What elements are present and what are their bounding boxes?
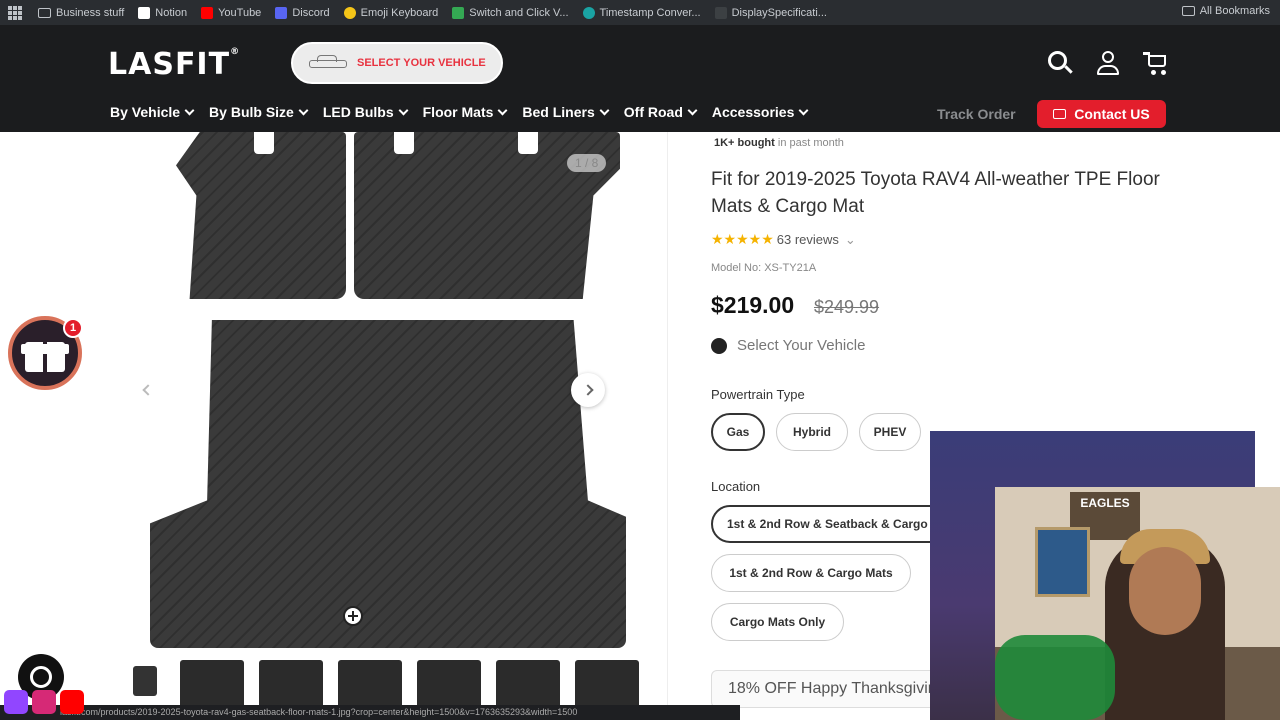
all-bookmarks-button[interactable]: All Bookmarks xyxy=(1181,5,1270,17)
youtube-icon xyxy=(201,6,214,19)
bought-count: 1K+ bought in past month xyxy=(714,137,844,149)
globe-icon xyxy=(582,6,595,19)
mat-clip xyxy=(518,132,538,154)
apps-grid-icon[interactable] xyxy=(8,5,22,20)
chevron-down-icon xyxy=(298,105,309,115)
sale-price: $219.00 xyxy=(711,292,795,318)
mat-clip xyxy=(394,132,414,154)
thumbnail[interactable] xyxy=(180,660,244,708)
nav-by-bulb-size[interactable]: By Bulb Size xyxy=(209,104,309,120)
drive-icon xyxy=(452,6,465,19)
site-header: LASFIT® SELECT YOUR VEHICLE By Vehicle B… xyxy=(0,25,1280,132)
thumbnail[interactable] xyxy=(125,660,165,708)
folder-icon xyxy=(38,7,51,18)
gift-lid xyxy=(21,344,69,354)
select-your-vehicle-link[interactable]: Select Your Vehicle xyxy=(711,337,865,354)
review-count: 63 reviews xyxy=(776,232,839,247)
select-vehicle-label: SELECT YOUR VEHICLE xyxy=(357,57,486,69)
nav-accessories[interactable]: Accessories xyxy=(712,104,809,120)
twitch-icon xyxy=(4,690,28,714)
search-icon[interactable] xyxy=(1046,49,1074,77)
chevron-down-icon xyxy=(184,105,195,115)
location-pin-icon xyxy=(711,337,727,354)
bookmark-discord[interactable]: Discord xyxy=(275,6,330,19)
main-nav: By Vehicle By Bulb Size LED Bulbs Floor … xyxy=(110,104,823,120)
nav-bed-liners[interactable]: Bed Liners xyxy=(522,104,610,120)
front-mat-image xyxy=(176,132,346,299)
thumbnail[interactable] xyxy=(496,660,560,708)
original-price: $249.99 xyxy=(814,297,880,317)
product-gallery: 1 / 8 xyxy=(0,132,668,720)
cart-icon[interactable] xyxy=(1142,49,1170,77)
account-icon[interactable] xyxy=(1094,49,1122,77)
thumbnail[interactable] xyxy=(259,660,323,708)
location-label: Location xyxy=(711,479,761,494)
chevron-left-icon xyxy=(142,384,154,396)
chevron-down-icon xyxy=(687,105,698,115)
discord-icon xyxy=(275,6,288,19)
folder-icon xyxy=(1181,6,1195,16)
promo-banner: 18% OFF Happy Thanksgiving xyxy=(711,670,941,708)
emoji-icon xyxy=(343,6,356,19)
powertrain-hybrid[interactable]: Hybrid xyxy=(776,413,848,451)
chevron-right-icon xyxy=(582,384,594,396)
bookmark-display-specifications[interactable]: DisplaySpecificati... xyxy=(714,6,827,19)
youtube-icon xyxy=(60,690,84,714)
bookmark-emoji-keyboard[interactable]: Emoji Keyboard xyxy=(343,6,438,19)
bookmark-business-stuff[interactable]: Business stuff xyxy=(38,7,124,19)
prev-image-button[interactable] xyxy=(131,373,165,407)
status-url-bar: lasfit.com/products/2019-2025-toyota-rav… xyxy=(0,705,740,720)
powertrain-label: Powertrain Type xyxy=(711,387,805,402)
slide-counter: 1 / 8 xyxy=(567,154,607,172)
star-rating-icon: ★★★★★ xyxy=(711,231,774,247)
cargo-mat-image[interactable] xyxy=(150,320,626,648)
powertrain-phev[interactable]: PHEV xyxy=(859,413,921,451)
contact-us-button[interactable]: Contact US xyxy=(1037,100,1166,128)
location-full-set[interactable]: 1st & 2nd Row & Seatback & Cargo Mats xyxy=(711,505,951,543)
powertrain-gas[interactable]: Gas xyxy=(711,413,765,451)
chevron-down-icon xyxy=(497,105,508,115)
thumbnail[interactable] xyxy=(575,660,639,708)
mat-clip xyxy=(254,132,274,154)
gift-badge: 1 xyxy=(63,318,83,338)
thumbnail[interactable] xyxy=(338,660,402,708)
bookmark-notion[interactable]: Notion xyxy=(138,6,187,19)
car-icon xyxy=(309,54,347,72)
site-logo[interactable]: LASFIT® xyxy=(108,47,240,82)
bookmark-timestamp-converter[interactable]: Timestamp Conver... xyxy=(582,6,701,19)
bookmarks-bar: Business stuff Notion YouTube Discord Em… xyxy=(0,0,1280,25)
bookmark-youtube[interactable]: YouTube xyxy=(201,6,261,19)
product-title: Fit for 2019-2025 Toyota RAV4 All-weathe… xyxy=(711,169,1160,217)
thumbnail-strip xyxy=(125,660,639,708)
nav-floor-mats[interactable]: Floor Mats xyxy=(423,104,508,120)
select-vehicle-button[interactable]: SELECT YOUR VEHICLE xyxy=(291,42,503,84)
next-image-button[interactable] xyxy=(571,373,605,407)
nav-off-road[interactable]: Off Road xyxy=(624,104,698,120)
track-order-link[interactable]: Track Order xyxy=(937,106,1016,122)
rating[interactable]: ★★★★★ 63 reviews ⌄ xyxy=(711,231,856,248)
thumbnail[interactable] xyxy=(417,660,481,708)
notion-icon xyxy=(138,6,151,19)
model-number: Model No: XS-TY21A xyxy=(711,262,817,274)
zoom-in-icon[interactable] xyxy=(343,606,363,626)
webcam-overlay: EAGLES xyxy=(995,487,1280,720)
chevron-down-icon: ⌄ xyxy=(844,231,856,247)
bookmark-switch-and-click[interactable]: Switch and Click V... xyxy=(452,6,569,19)
chevron-down-icon xyxy=(398,105,409,115)
nav-by-vehicle[interactable]: By Vehicle xyxy=(110,104,195,120)
instagram-icon xyxy=(32,690,56,714)
chevron-down-icon xyxy=(798,105,809,115)
page-icon xyxy=(714,6,727,19)
location-cargo-only[interactable]: Cargo Mats Only xyxy=(711,603,844,641)
location-1st-2nd-cargo[interactable]: 1st & 2nd Row & Cargo Mats xyxy=(711,554,911,592)
nav-led-bulbs[interactable]: LED Bulbs xyxy=(323,104,409,120)
social-icons xyxy=(4,690,84,714)
mail-icon xyxy=(1053,109,1067,119)
chevron-down-icon xyxy=(599,105,610,115)
